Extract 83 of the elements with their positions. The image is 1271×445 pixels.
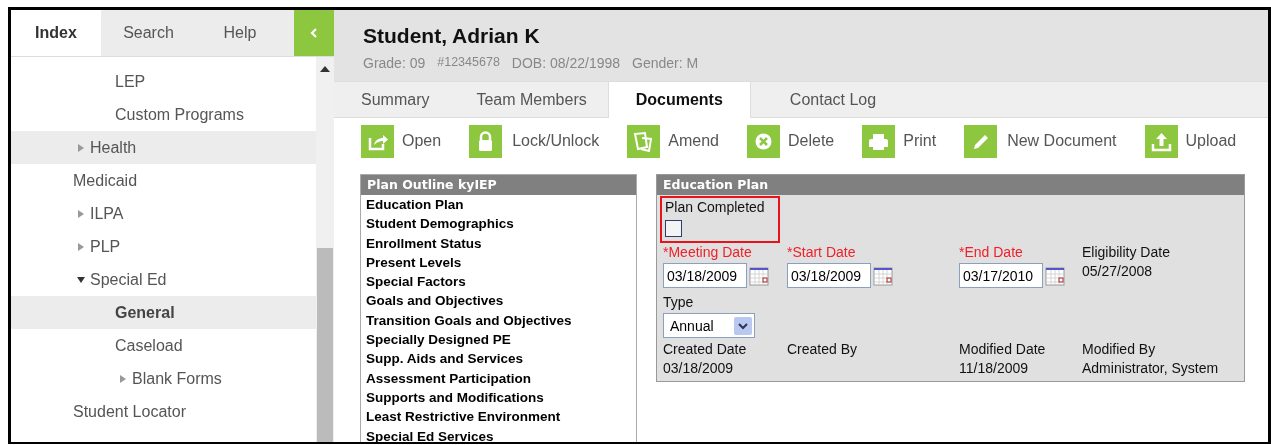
sidebar-tab[interactable]: Search — [101, 10, 196, 56]
tab[interactable]: Team Members — [465, 82, 598, 117]
field-value: 03/18/2009 — [663, 360, 734, 376]
field-label: Eligibility Date — [1082, 244, 1170, 260]
tree-item[interactable]: Blank Forms — [11, 362, 316, 395]
calendar-icon[interactable] — [749, 265, 769, 286]
toolbar-button[interactable]: Open — [361, 121, 442, 161]
field-label: Created By — [787, 341, 858, 357]
pencil-icon — [964, 124, 998, 158]
field-label: *Start Date — [787, 244, 856, 260]
calendar-icon[interactable] — [873, 265, 893, 286]
field-label: Created Date — [663, 341, 747, 357]
expanded-arrow-icon[interactable] — [77, 275, 85, 284]
field-value: Administrator, System — [1082, 360, 1219, 376]
tree-item[interactable]: ILPA — [11, 197, 316, 230]
toolbar-button[interactable]: Delete — [747, 121, 835, 161]
field-label: *End Date — [959, 244, 1023, 260]
collapsed-arrow-icon[interactable] — [119, 374, 127, 383]
calendar-icon[interactable] — [1045, 265, 1065, 286]
panel-title: Education Plan — [657, 175, 1244, 195]
upload-icon — [1144, 124, 1178, 158]
tree-item[interactable]: Special Ed — [11, 263, 316, 296]
lock-icon — [469, 124, 503, 158]
student-name: Student, Adrian K — [363, 24, 541, 48]
share-icon — [361, 124, 394, 158]
field-label: *Meeting Date — [663, 244, 752, 260]
date-field[interactable]: 03/18/2009 — [663, 263, 747, 288]
toolbar-button[interactable]: Print — [862, 121, 937, 161]
tree-item[interactable]: Caseload — [11, 329, 316, 362]
tab[interactable]: Summary — [350, 82, 441, 117]
tree-item[interactable]: Student Locator — [11, 395, 316, 428]
outline-item[interactable]: Present Levels — [366, 253, 631, 274]
outline-item[interactable]: Goals and Objectives — [366, 292, 631, 312]
chevron-left-icon — [310, 28, 318, 38]
outline-item[interactable]: Special Factors — [366, 273, 631, 293]
outline-item[interactable]: Least Restrictive Environment — [366, 408, 631, 428]
scrollbar[interactable] — [316, 57, 334, 442]
scroll-up-icon[interactable] — [320, 66, 330, 72]
student-id: #12345678 — [437, 55, 500, 71]
field-label: Modified Date — [959, 341, 1046, 357]
field-label: Type — [663, 294, 694, 310]
tab[interactable]: Contact Log — [778, 82, 888, 117]
pages-icon — [627, 124, 661, 158]
date-field[interactable]: 03/17/2010 — [959, 263, 1043, 288]
outline-item[interactable]: Enrollment Status — [366, 234, 631, 254]
outline-item[interactable]: Education Plan — [366, 196, 631, 216]
tab[interactable]: Documents — [607, 82, 751, 118]
dropdown-icon — [734, 316, 752, 335]
grade-text: Grade: 09 — [363, 55, 426, 71]
sidebar-tab[interactable]: Help — [196, 10, 284, 56]
checkbox[interactable] — [665, 220, 682, 237]
tree-item[interactable]: LEP — [11, 65, 316, 98]
scrollbar-thumb[interactable] — [317, 248, 333, 442]
toolbar-button[interactable]: Upload — [1144, 121, 1237, 161]
toolbar-button[interactable]: Lock/Unlock — [469, 121, 600, 161]
field-value: 05/27/2008 — [1082, 263, 1153, 279]
type-dropdown[interactable]: Annual — [663, 313, 755, 338]
outline-item[interactable]: Transition Goals and Objectives — [366, 311, 631, 332]
outline-item[interactable]: Student Demographics — [366, 215, 631, 235]
tree-item[interactable]: Health — [11, 131, 316, 164]
collapsed-arrow-icon[interactable] — [77, 143, 85, 152]
tree-item[interactable]: Medicaid — [11, 164, 316, 197]
dob-text: DOB: 08/22/1998 — [511, 55, 621, 71]
field-label: Modified By — [1082, 341, 1156, 357]
outline-item[interactable]: Specially Designed PE — [366, 331, 631, 351]
panel-title: Plan Outline kyIEP — [361, 175, 636, 195]
close-icon — [747, 124, 780, 158]
sidebar-tab[interactable]: Index — [11, 10, 101, 56]
outline-item[interactable]: Supports and Modifications — [366, 388, 631, 409]
outline-item[interactable]: Assessment Participation — [366, 369, 631, 389]
tree-item[interactable]: Custom Programs — [11, 98, 316, 131]
tree-item[interactable]: General — [11, 296, 316, 329]
field-label: Plan Completed — [665, 199, 765, 215]
collapsed-arrow-icon[interactable] — [77, 209, 85, 218]
gender-text: Gender: M — [632, 55, 699, 71]
toolbar-button[interactable]: New Document — [964, 121, 1117, 161]
collapsed-arrow-icon[interactable] — [77, 242, 85, 251]
toolbar-button[interactable]: Amend — [627, 121, 719, 161]
printer-icon — [862, 124, 896, 158]
date-field[interactable]: 03/18/2009 — [787, 263, 871, 288]
outline-item[interactable]: Supp. Aids and Services — [366, 350, 631, 370]
tree-item[interactable]: PLP — [11, 230, 316, 263]
field-value: 11/18/2009 — [959, 360, 1029, 376]
